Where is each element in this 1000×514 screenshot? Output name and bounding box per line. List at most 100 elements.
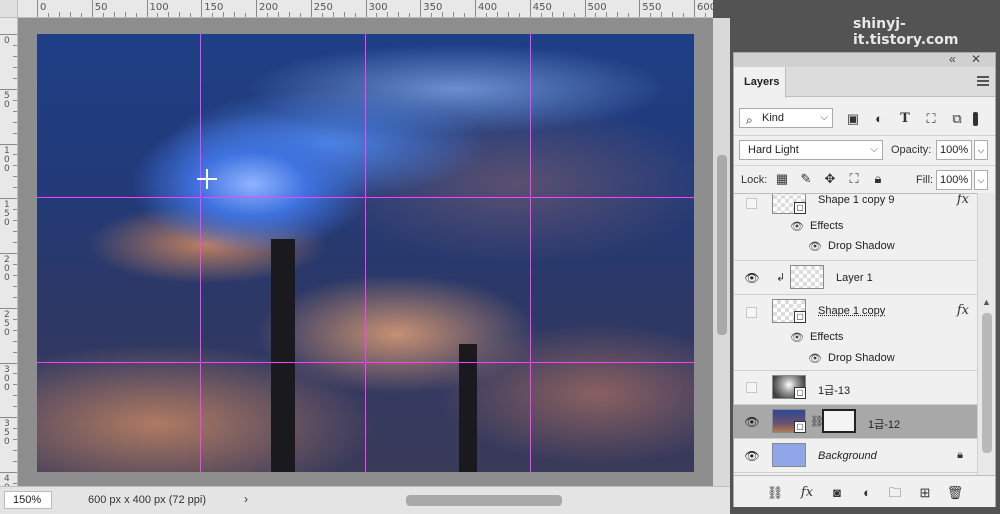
ruler-label: 450 — [532, 2, 552, 13]
panel-footer: ⛓︎ fx ◙ ◐ 🗀︎ ⊞ 🗑︎ — [734, 475, 995, 507]
lock-transparent-pixels-icon[interactable]: ▦ — [774, 171, 790, 187]
ruler-minor-tick — [13, 384, 17, 386]
ruler-minor-tick — [13, 66, 17, 68]
ruler-minor-tick — [13, 263, 17, 265]
ruler-minor-tick — [69, 12, 71, 17]
ruler-minor-tick — [13, 209, 17, 211]
vertical-scrollbar[interactable] — [713, 18, 730, 486]
new-adjustment-layer-icon[interactable]: ◐ — [858, 484, 876, 502]
add-layer-style-icon[interactable]: fx — [798, 484, 816, 502]
panel-menu-icon[interactable] — [977, 76, 989, 86]
ruler-major-tick — [584, 0, 586, 17]
blend-row: Hard Light ⌵ Opacity: 100% ⌵ — [734, 135, 995, 160]
layers-scroll-thumb[interactable] — [982, 313, 992, 453]
visibility-toggle-off[interactable] — [746, 307, 757, 318]
new-group-icon[interactable]: 🗀︎ — [886, 484, 904, 502]
ruler-minor-tick — [562, 12, 564, 17]
panel-collapse-close-icon[interactable]: « ✕ — [949, 52, 987, 66]
document-info-arrow-icon[interactable]: › — [244, 492, 248, 506]
eye-icon[interactable]: 👁︎ — [790, 220, 804, 233]
ruler-major-tick — [0, 88, 17, 90]
layer-row-background[interactable]: 👁︎ Background 🔒︎ — [734, 439, 977, 473]
ruler-minor-tick — [464, 13, 466, 17]
scroll-up-icon[interactable]: ▲ — [982, 297, 991, 307]
effects-label[interactable]: Effects — [810, 220, 843, 232]
layer-name[interactable]: Shape 1 copy — [818, 305, 885, 317]
horizontal-scroll-thumb[interactable] — [406, 495, 562, 506]
fill-input[interactable]: 100% — [936, 170, 972, 190]
layer-name[interactable]: Shape 1 copy 9 — [818, 194, 894, 206]
ruler-minor-tick — [13, 450, 17, 452]
horizontal-scrollbar[interactable] — [258, 492, 710, 509]
lock-position-icon[interactable]: ✥ — [822, 171, 838, 187]
filter-type-icon[interactable]: T — [896, 110, 914, 128]
ruler-minor-tick — [13, 329, 17, 331]
layer-mask-thumbnail[interactable] — [822, 409, 856, 433]
blend-mode-select[interactable]: Hard Light ⌵ — [739, 140, 883, 160]
eye-icon[interactable]: 👁︎ — [808, 240, 822, 253]
document-image[interactable] — [37, 34, 694, 472]
layers-scrollbar[interactable]: ▲ — [977, 193, 995, 475]
layer-row-12[interactable]: 👁︎ ▢ ⛓︎ 1급-12 — [734, 405, 977, 439]
layer-row-shape-1-copy[interactable]: ▢ Shape 1 copy fx 👁︎ Effects 👁︎ Drop Sha… — [734, 295, 977, 371]
fx-icon[interactable]: fx — [957, 303, 969, 318]
effect-drop-shadow[interactable]: Drop Shadow — [828, 240, 895, 252]
guide-vertical-2 — [365, 34, 366, 472]
ruler-label: 400 — [478, 2, 498, 13]
ruler-minor-tick — [683, 13, 685, 17]
fill-dropdown-icon[interactable]: ⌵ — [974, 170, 988, 190]
eye-icon[interactable]: 👁︎ — [744, 450, 760, 462]
ruler-major-tick — [0, 198, 17, 200]
opacity-input[interactable]: 100% — [936, 140, 972, 160]
chevron-down-icon: ⌵ — [820, 112, 828, 123]
visibility-toggle-off[interactable] — [746, 382, 757, 393]
ruler-minor-tick — [288, 12, 290, 17]
add-mask-icon[interactable]: ◙ — [828, 484, 846, 502]
filter-toggle-icon[interactable] — [970, 110, 980, 128]
eye-icon[interactable]: 👁︎ — [790, 331, 804, 344]
smokestack-large — [271, 239, 295, 472]
ruler-minor-tick — [277, 12, 279, 17]
eye-icon[interactable]: 👁︎ — [744, 416, 760, 428]
layer-name[interactable]: 1급-12 — [868, 416, 900, 432]
layer-row-13[interactable]: ▢ 1급-13 — [734, 371, 977, 405]
kind-filter-select[interactable]: ⌕ Kind ⌵ — [739, 108, 833, 128]
layer-name[interactable]: Background — [818, 450, 877, 462]
filter-pixel-icon[interactable]: ▣ — [844, 110, 862, 128]
visibility-toggle-off[interactable] — [746, 198, 757, 209]
eye-icon[interactable]: 👁︎ — [744, 272, 760, 284]
smart-object-icon: ▢ — [794, 387, 806, 399]
lock-artboard-icon[interactable]: ⛶ — [846, 171, 862, 187]
link-layers-icon[interactable]: ⛓︎ — [766, 484, 784, 502]
clipping-arrow-icon: ↲ — [776, 272, 786, 284]
layer-thumbnail: ▢ — [772, 194, 806, 214]
filter-smart-object-icon[interactable]: ⧉ — [948, 110, 966, 128]
layer-name[interactable]: 1급-13 — [818, 382, 850, 398]
tab-layers[interactable]: Layers — [734, 67, 786, 98]
ruler-label: 150 — [204, 2, 224, 13]
ruler-top: 0 50 100 150 200 250 300 350 400 450 500 550 600 — [18, 0, 713, 18]
lock-image-pixels-icon[interactable]: ✎ — [798, 171, 814, 187]
layer-row-shape-1-copy-9[interactable]: ▢ Shape 1 copy 9 fx 👁︎ Effects 👁︎ Drop S… — [734, 194, 977, 261]
new-layer-icon[interactable]: ⊞ — [916, 484, 934, 502]
layer-row-layer-1[interactable]: 👁︎ ↲ Layer 1 — [734, 261, 977, 295]
ruler-minor-tick — [672, 12, 674, 17]
ruler-major-tick — [0, 307, 17, 309]
ruler-label: 200 — [4, 255, 10, 283]
effect-drop-shadow[interactable]: Drop Shadow — [828, 352, 895, 364]
ruler-minor-tick — [124, 12, 126, 17]
ruler-label: 150 — [4, 200, 10, 229]
fx-icon[interactable]: fx — [957, 194, 969, 207]
delete-layer-icon[interactable]: 🗑︎ — [946, 484, 964, 502]
effects-label[interactable]: Effects — [810, 331, 843, 343]
filter-shape-icon[interactable]: ⛶ — [922, 110, 940, 128]
filter-adjustment-icon[interactable]: ◐ — [870, 110, 888, 128]
layer-name[interactable]: Layer 1 — [836, 272, 873, 284]
vertical-scroll-thumb[interactable] — [717, 155, 727, 335]
lock-all-icon[interactable]: 🔒︎ — [870, 171, 886, 187]
canvas-area[interactable] — [18, 18, 713, 486]
lock-icon: 🔒︎ — [957, 449, 963, 461]
zoom-field[interactable]: 150% — [4, 491, 52, 509]
eye-icon[interactable]: 👁︎ — [808, 352, 822, 365]
opacity-dropdown-icon[interactable]: ⌵ — [974, 140, 988, 160]
